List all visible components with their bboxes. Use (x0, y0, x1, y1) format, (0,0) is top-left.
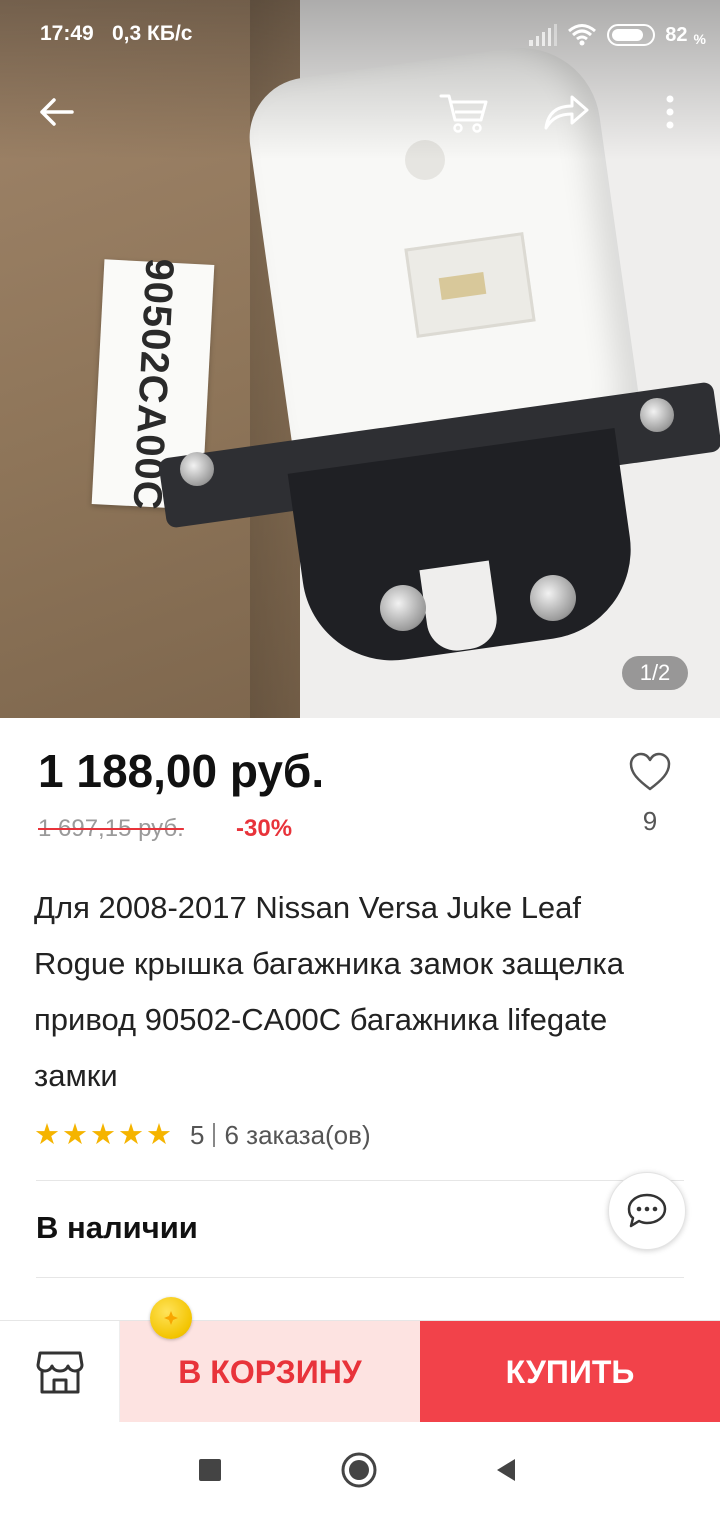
discount-badge: -30% (236, 815, 293, 842)
rating-value: 5 (190, 1119, 205, 1150)
product-price: 1 188,00 руб. (38, 745, 325, 797)
stock-status: В наличии (36, 1210, 198, 1245)
store-button[interactable] (0, 1321, 120, 1423)
wifi-icon (568, 24, 597, 46)
heart-icon (629, 752, 671, 791)
star-icon: ★ (34, 1118, 60, 1151)
system-back-button[interactable] (484, 1448, 528, 1492)
battery-percent: 82 (665, 23, 688, 46)
bolt (180, 452, 214, 486)
store-icon (36, 1351, 83, 1394)
battery-unit: % (693, 31, 706, 47)
original-price: 1 697,15 руб. (38, 815, 184, 842)
system-navigation-bar (0, 1422, 720, 1518)
rating-stars: ★ ★ ★ ★ ★ (34, 1118, 172, 1151)
network-speed: 0,3 КБ/с (112, 22, 193, 45)
star-icon: ★ (146, 1118, 172, 1151)
divider (36, 1277, 684, 1278)
more-button[interactable] (640, 82, 700, 142)
rating-row[interactable]: ★ ★ ★ ★ ★ 5 6 заказа(ов) (34, 1118, 371, 1152)
more-vertical-icon (666, 95, 674, 129)
signal-icon (529, 24, 558, 46)
bolt (530, 575, 576, 621)
share-button[interactable] (536, 82, 596, 142)
star-icon: ★ (118, 1118, 144, 1151)
battery-icon (607, 24, 656, 46)
rating-separator (213, 1123, 216, 1147)
action-bar: В КОРЗИНУ КУПИТЬ (0, 1320, 720, 1423)
cart-button[interactable] (434, 82, 494, 142)
recent-apps-button[interactable] (188, 1448, 232, 1492)
bolt (640, 398, 674, 432)
home-button[interactable] (337, 1448, 381, 1492)
divider (36, 1180, 684, 1181)
triangle-back-icon (497, 1459, 515, 1481)
chat-button[interactable] (608, 1172, 686, 1250)
bolt (380, 585, 426, 631)
home-circle-icon (341, 1452, 377, 1488)
status-time: 17:49 (40, 22, 94, 45)
wishlist-button[interactable] (624, 748, 676, 796)
wishlist-count: 9 (642, 806, 658, 836)
coin-icon (150, 1297, 192, 1339)
product-image-gallery[interactable]: 90502CA00C 1/2 (0, 0, 720, 718)
status-icons: 82 % (529, 20, 706, 50)
share-icon (544, 95, 589, 130)
product-title: Для 2008-2017 Nissan Versa Juke Leaf Rog… (34, 890, 625, 1093)
star-icon: ★ (62, 1118, 88, 1151)
chat-bubble-icon (627, 1193, 667, 1228)
battery-level (612, 29, 644, 41)
image-counter: 1/2 (622, 656, 688, 690)
cart-icon (439, 94, 488, 133)
back-button[interactable] (26, 82, 86, 142)
arrow-left-icon (40, 98, 74, 126)
status-bar: 17:49 0,3 КБ/с 82 % (0, 0, 720, 70)
star-icon: ★ (90, 1118, 116, 1151)
buy-now-button[interactable]: КУПИТЬ (420, 1321, 720, 1423)
orders-count: 6 заказа(ов) (224, 1119, 371, 1150)
square-icon (199, 1459, 221, 1481)
